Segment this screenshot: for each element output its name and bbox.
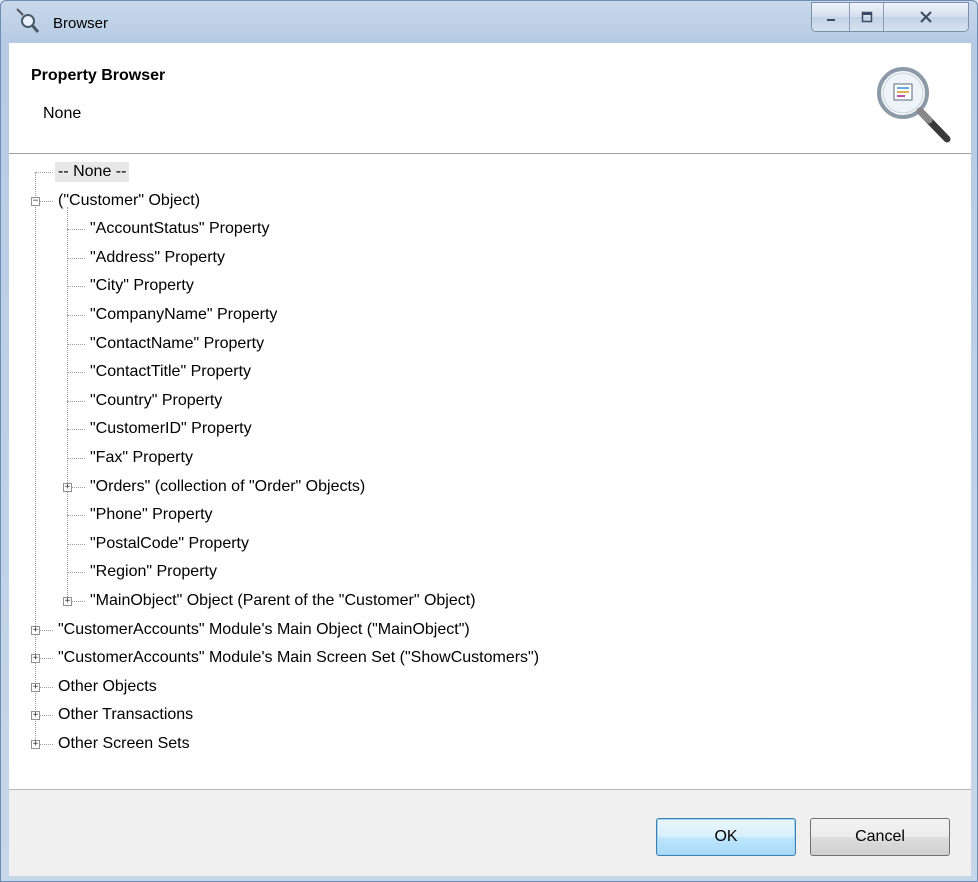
expand-icon[interactable]: +: [31, 654, 40, 664]
expand-icon[interactable]: +: [31, 711, 40, 721]
tree-connector: [67, 315, 85, 316]
expand-icon[interactable]: +: [31, 625, 40, 635]
tree-connector: [67, 429, 85, 431]
tree-item[interactable]: "Orders" (collection of "Order" Objects): [87, 477, 368, 497]
minimize-icon: [826, 19, 835, 21]
browser-window: Browser Property Browser None -- None --…: [0, 0, 978, 882]
window-controls: [811, 2, 969, 32]
header-panel: Property Browser None: [9, 43, 971, 154]
tree-connector: [67, 515, 85, 517]
tree-item[interactable]: "Fax" Property: [87, 448, 196, 468]
tree-item[interactable]: Other Transactions: [55, 705, 196, 725]
tree-item[interactable]: -- None --: [55, 162, 130, 182]
expand-icon[interactable]: +: [63, 597, 72, 606]
window-title: Browser: [53, 15, 109, 32]
tree-item[interactable]: Other Screen Sets: [55, 734, 193, 754]
tree-connector: [67, 206, 68, 601]
expand-icon[interactable]: +: [31, 740, 40, 749]
maximize-icon: [861, 11, 872, 23]
tree-item[interactable]: "Region" Property: [87, 562, 220, 582]
tree-item[interactable]: "ContactName" Property: [87, 334, 267, 354]
expand-icon[interactable]: +: [63, 482, 72, 492]
magnifier-icon: [16, 8, 40, 33]
tree-item[interactable]: "ContactTitle" Property: [87, 362, 254, 382]
tree-item[interactable]: "CustomerAccounts" Module's Main Object …: [55, 620, 473, 640]
tree-item[interactable]: "CustomerID" Property: [87, 419, 255, 439]
tree-item[interactable]: Other Objects: [55, 677, 160, 697]
tree-item[interactable]: "PostalCode" Property: [87, 534, 252, 554]
tree-connector: [67, 543, 85, 545]
collapse-icon[interactable]: −: [31, 196, 40, 206]
tree-connector: [67, 400, 85, 402]
cancel-button[interactable]: Cancel: [810, 818, 950, 856]
tree-item[interactable]: "City" Property: [87, 276, 197, 296]
tree-connector: [67, 372, 85, 374]
maximize-button[interactable]: [850, 3, 884, 31]
tree-view[interactable]: -- None -- − ("Customer" Object) "AccountSt…: [9, 154, 971, 790]
minimize-button[interactable]: [812, 3, 850, 31]
tree-connector: [35, 172, 53, 173]
tree-connector: [67, 257, 85, 259]
ok-button[interactable]: OK: [656, 818, 796, 856]
expand-icon[interactable]: +: [31, 682, 40, 692]
tree-item[interactable]: "MainObject" Object (Parent of the "Cust…: [87, 591, 479, 611]
magnifier-document-icon: [877, 67, 951, 143]
tree-connector: [67, 229, 85, 231]
tree-item[interactable]: "Address" Property: [87, 248, 228, 268]
close-icon: [920, 11, 932, 23]
tree-item[interactable]: "Country" Property: [87, 391, 225, 411]
tree-connector: [67, 343, 85, 345]
tree-connector: [67, 458, 85, 459]
tree-item[interactable]: ("Customer" Object): [55, 191, 203, 211]
tree-connector: [67, 286, 85, 288]
close-button[interactable]: [884, 3, 968, 31]
header-title: Property Browser: [31, 67, 166, 84]
title-bar[interactable]: Browser: [1, 1, 977, 43]
button-bar: OK Cancel: [9, 790, 971, 876]
tree-item[interactable]: "CustomerAccounts" Module's Main Screen …: [55, 648, 542, 668]
tree-connector: [67, 572, 85, 574]
tree-item[interactable]: "CompanyName" Property: [87, 305, 280, 325]
tree-item[interactable]: "AccountStatus" Property: [87, 219, 272, 239]
header-subtitle: None: [43, 105, 82, 122]
tree-item[interactable]: "Phone" Property: [87, 505, 216, 525]
